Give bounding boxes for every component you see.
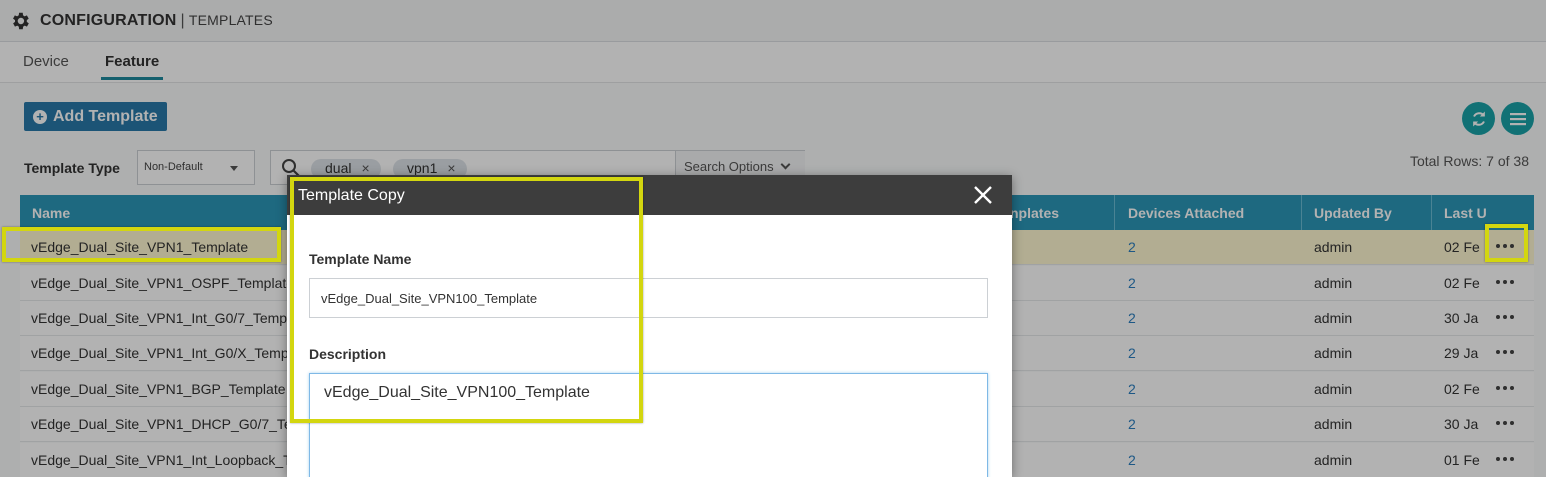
description-input[interactable]: vEdge_Dual_Site_VPN100_Template bbox=[309, 373, 988, 477]
template-copy-dialog: Template Copy Template Name Description … bbox=[287, 175, 1012, 477]
template-name-label: Template Name bbox=[309, 251, 412, 267]
dialog-header: Template Copy bbox=[287, 175, 1012, 215]
dialog-title: Template Copy bbox=[298, 187, 405, 204]
template-name-input[interactable] bbox=[309, 278, 988, 318]
close-icon[interactable] bbox=[972, 184, 994, 206]
description-label: Description bbox=[309, 346, 387, 362]
